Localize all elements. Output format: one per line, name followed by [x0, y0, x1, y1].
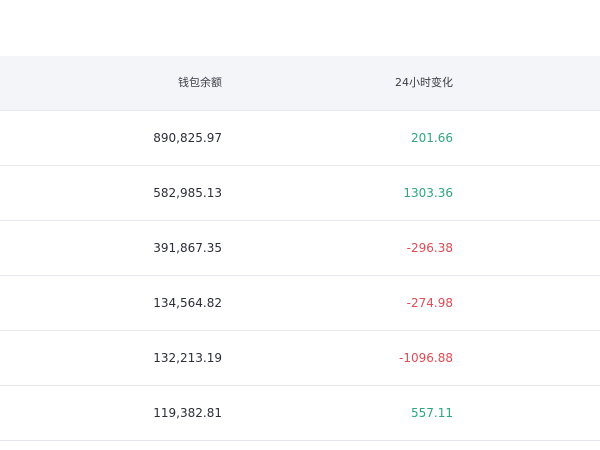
table-row[interactable]: 134,564.82 -274.98: [0, 276, 600, 331]
wallet-balance-value: 119,382.81: [153, 406, 222, 420]
change-24h-value: 201.66: [411, 131, 453, 145]
column-header-balance[interactable]: 钱包余额: [178, 56, 222, 110]
table-row[interactable]: 391,867.35 -296.38: [0, 221, 600, 276]
change-24h-value: 1303.36: [403, 186, 453, 200]
table-row[interactable]: 890,825.97 201.66: [0, 111, 600, 166]
wallet-balance-value: 890,825.97: [153, 131, 222, 145]
wallet-balance-value: 582,985.13: [153, 186, 222, 200]
table-header: 钱包余额 24小时变化: [0, 56, 600, 111]
change-24h-value: -296.38: [406, 241, 453, 255]
table-row[interactable]: 132,213.19 -1096.88: [0, 331, 600, 386]
table-row[interactable]: 119,382.81 557.11: [0, 386, 600, 441]
change-24h-value: -1096.88: [399, 351, 453, 365]
change-24h-value: 557.11: [411, 406, 453, 420]
column-header-24h-change[interactable]: 24小时变化: [395, 56, 453, 110]
table-row[interactable]: 582,985.13 1303.36: [0, 166, 600, 221]
wallet-balance-value: 391,867.35: [153, 241, 222, 255]
wallet-balance-value: 132,213.19: [153, 351, 222, 365]
wallet-balance-value: 134,564.82: [153, 296, 222, 310]
wallet-balance-table: 钱包余额 24小时变化 890,825.97 201.66 582,985.13…: [0, 56, 600, 441]
change-24h-value: -274.98: [406, 296, 453, 310]
wallet-balance-page: 钱包余额 24小时变化 890,825.97 201.66 582,985.13…: [0, 0, 600, 450]
top-blank-area: [0, 0, 600, 56]
